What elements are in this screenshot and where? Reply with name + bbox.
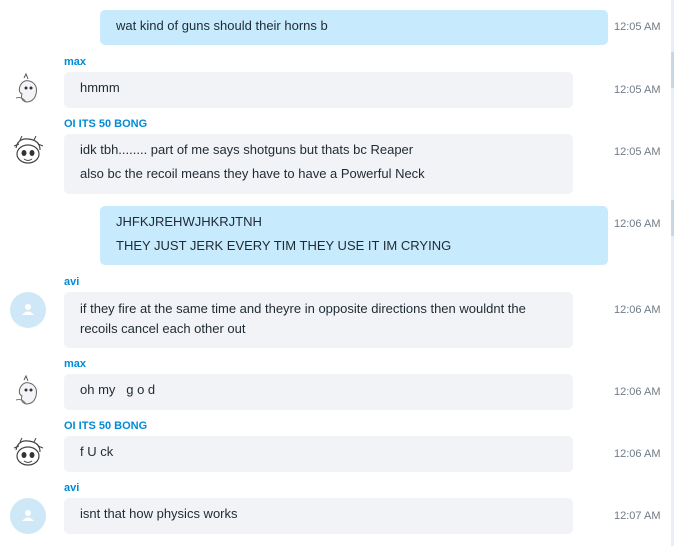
message-timestamp: 12:06 AM — [614, 386, 661, 398]
message-timestamp: 12:06 AM — [614, 304, 661, 316]
incoming-message-bubble[interactable]: f U ck — [64, 436, 573, 472]
sketch-face-icon[interactable] — [10, 134, 46, 170]
incoming-message-bubble[interactable]: isnt that how physics works — [64, 498, 573, 534]
message-text: oh my g o d — [80, 382, 156, 397]
sender-name[interactable]: avi — [64, 276, 79, 288]
message-text: f U ck — [80, 444, 114, 459]
message-timestamp: 12:06 AM — [614, 448, 661, 460]
sender-name[interactable]: max — [64, 56, 86, 68]
sender-name[interactable]: max — [64, 358, 86, 370]
message-text: isnt that how physics works — [80, 506, 238, 521]
message-timestamp: 12:06 AM — [614, 218, 661, 230]
sketch-face-icon[interactable] — [10, 436, 46, 472]
sender-name[interactable]: OI ITS 50 BONG — [64, 118, 147, 130]
message-timestamp: 12:05 AM — [614, 21, 661, 33]
incoming-message-bubble[interactable]: hmmm — [64, 72, 573, 108]
default-user-icon[interactable] — [10, 292, 46, 328]
sender-name[interactable]: OI ITS 50 BONG — [64, 420, 147, 432]
message-text: hmmm — [80, 80, 120, 95]
incoming-message-bubble[interactable]: oh my g o d — [64, 374, 573, 410]
default-user-icon[interactable] — [10, 498, 46, 534]
incoming-message-bubble[interactable]: if they fire at the same time and theyre… — [64, 292, 573, 348]
message-text: wat kind of guns should their horns b — [116, 18, 328, 33]
chat-history: wat kind of guns should their horns b 12… — [0, 0, 674, 546]
sender-name[interactable]: avi — [64, 482, 79, 494]
message-timestamp: 12:05 AM — [614, 84, 661, 96]
incoming-message-bubble[interactable]: idk tbh........ part of me says shotguns… — [64, 134, 573, 194]
message-text: if they fire at the same time and theyre… — [80, 301, 526, 316]
message-text: recoils cancel each other out — [80, 321, 246, 336]
message-text: THEY JUST JERK EVERY TIM THEY USE IT IM … — [116, 238, 452, 253]
outgoing-message-bubble[interactable]: wat kind of guns should their horns b — [100, 10, 608, 45]
message-text: JHFKJREHWJHKRJTNH — [116, 214, 262, 229]
message-timestamp: 12:07 AM — [614, 510, 661, 522]
message-text: idk tbh........ part of me says shotguns… — [80, 142, 414, 157]
message-timestamp: 12:05 AM — [614, 146, 661, 158]
sketch-ghost-icon[interactable] — [10, 374, 46, 410]
sketch-ghost-icon[interactable] — [10, 72, 46, 108]
outgoing-message-bubble[interactable]: JHFKJREHWJHKRJTNH THEY JUST JERK EVERY T… — [100, 206, 608, 265]
message-text: also bc the recoil means they have to ha… — [80, 166, 425, 181]
